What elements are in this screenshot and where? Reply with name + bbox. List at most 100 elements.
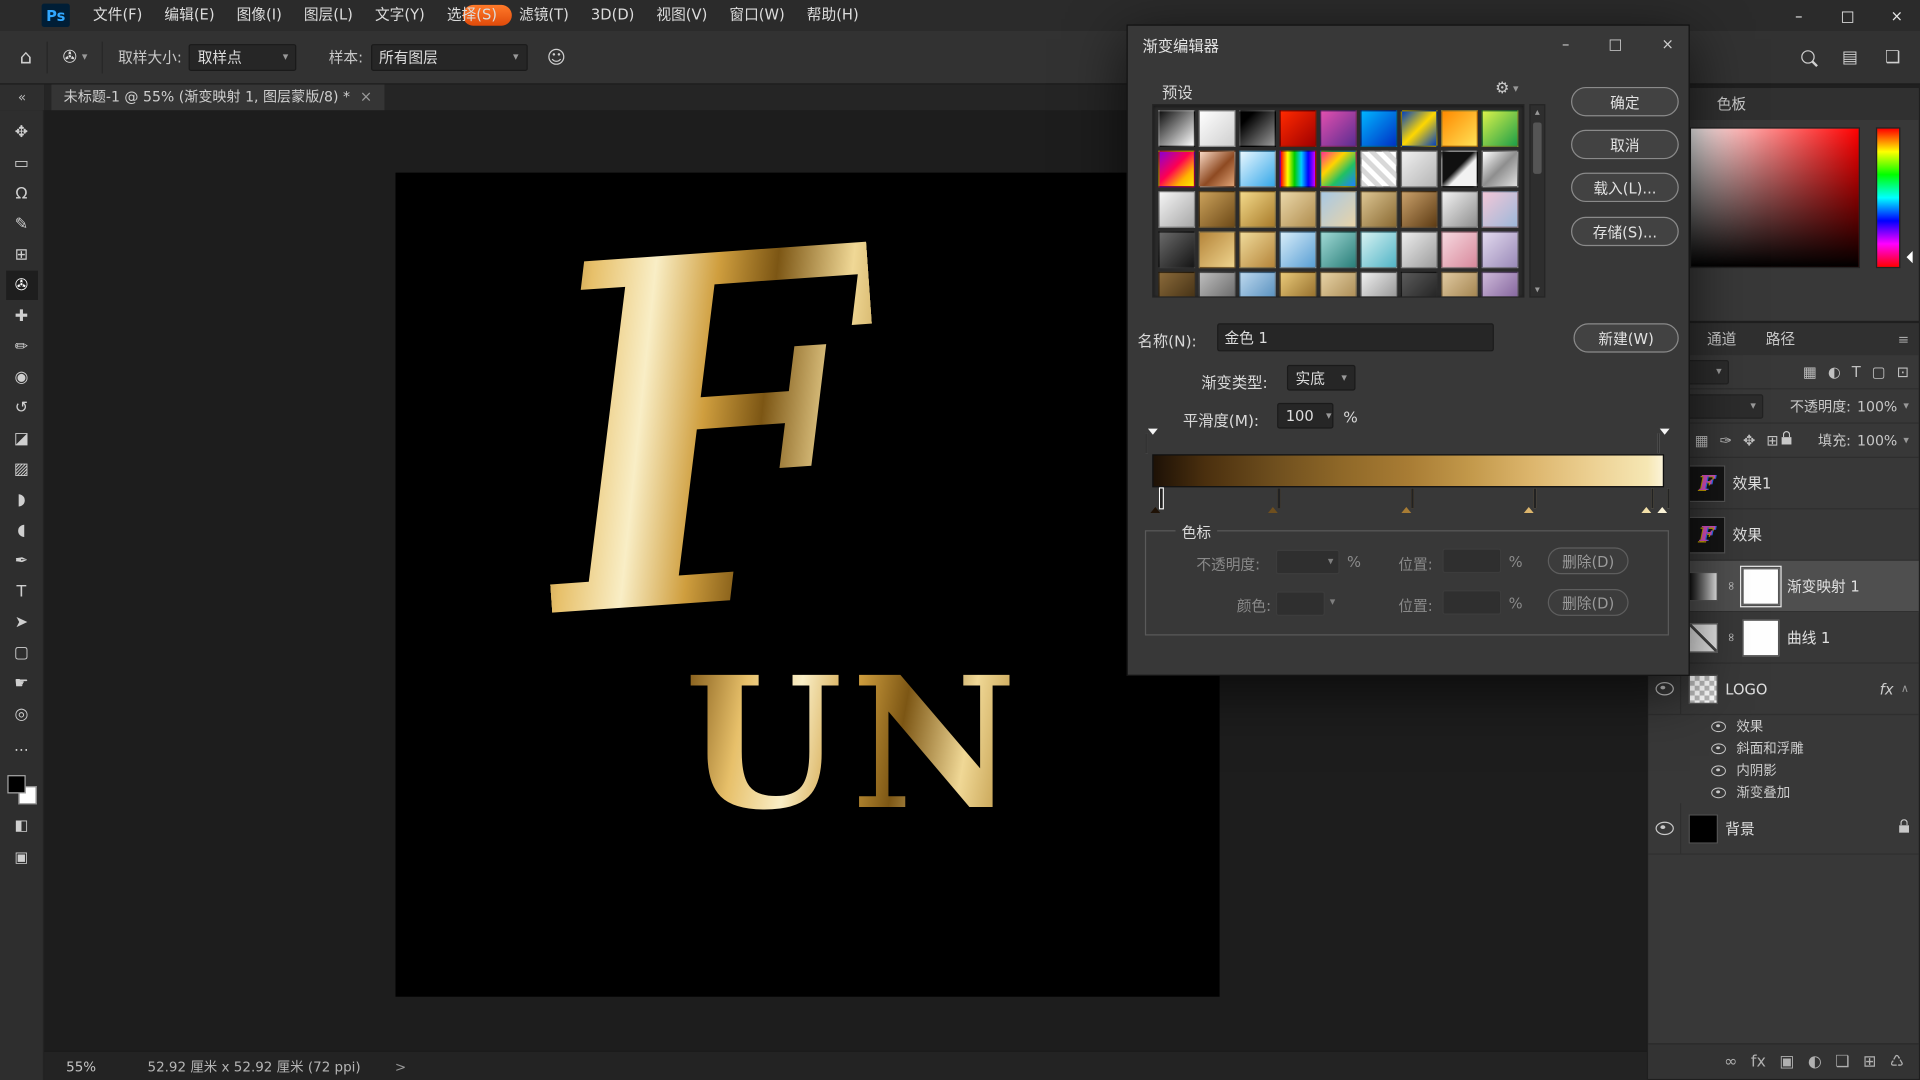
gradient-preset[interactable] — [1158, 272, 1195, 298]
gradient-preset[interactable] — [1199, 272, 1236, 298]
layer-mask-thumbnail[interactable] — [1743, 568, 1780, 605]
gradient-preset[interactable] — [1482, 191, 1519, 228]
close-icon[interactable]: × — [1662, 36, 1674, 53]
zoom-level[interactable]: 55% — [66, 1059, 96, 1075]
gradient-preset[interactable] — [1482, 231, 1519, 268]
menu-item[interactable]: 3D(D) — [580, 0, 645, 31]
dodge-tool[interactable]: ◖ — [6, 516, 38, 545]
layer-style-icon[interactable]: fx — [1751, 1054, 1766, 1070]
foreground-color-swatch[interactable] — [7, 775, 25, 793]
gradient-preset[interactable] — [1441, 151, 1478, 188]
gradient-preset[interactable] — [1239, 191, 1276, 228]
menu-item[interactable]: 编辑(E) — [153, 0, 225, 31]
menu-item[interactable]: 文字(Y) — [364, 0, 436, 31]
new-layer-icon[interactable]: ⊞ — [1863, 1054, 1876, 1070]
gradient-preset[interactable] — [1239, 272, 1276, 298]
opacity-stop[interactable] — [1657, 435, 1670, 452]
color-stop[interactable] — [1401, 490, 1414, 507]
scrollbar-thumb[interactable] — [1533, 122, 1542, 173]
search-icon[interactable] — [1801, 50, 1814, 63]
menu-item[interactable]: 图像(I) — [226, 0, 293, 31]
gradient-preset[interactable] — [1441, 110, 1478, 147]
ok-button[interactable]: 确定 — [1571, 87, 1679, 116]
move-tool[interactable]: ✥ — [6, 118, 38, 147]
layer-thumbnail[interactable] — [1689, 814, 1718, 843]
eye-icon[interactable] — [1711, 721, 1726, 732]
canvas[interactable]: F UN — [396, 173, 1220, 997]
gradient-preset[interactable] — [1158, 110, 1195, 147]
layer-thumbnail[interactable] — [1689, 674, 1718, 703]
delete-layer-icon[interactable]: ♺ — [1890, 1054, 1904, 1070]
crop-tool[interactable]: ⊞ — [6, 240, 38, 269]
path-select-tool[interactable]: ➤ — [6, 607, 38, 636]
layer-thumbnail[interactable]: F — [1689, 465, 1726, 502]
maximize-icon[interactable]: □ — [1608, 36, 1622, 53]
opacity-control[interactable]: 不透明度: 100% ▾ — [1790, 396, 1909, 416]
gradient-preset[interactable] — [1441, 272, 1478, 298]
new-group-icon[interactable]: ❏ — [1835, 1054, 1849, 1070]
color-stop[interactable] — [1524, 490, 1537, 507]
gradient-preset[interactable] — [1360, 272, 1397, 298]
lock-position-icon[interactable]: ✥ — [1743, 432, 1755, 449]
panel-layout-icon[interactable]: ❏ — [1885, 47, 1900, 67]
toolbar-collapse-button[interactable]: « — [0, 83, 44, 110]
gradient-preset[interactable] — [1482, 151, 1519, 188]
layer-effect-row[interactable]: 渐变叠加 — [1648, 781, 1919, 803]
layer-fx-badge[interactable]: fx — [1880, 680, 1894, 697]
layer-effect-row[interactable]: 内阴影 — [1648, 759, 1919, 781]
color-swatches[interactable] — [7, 775, 36, 804]
eyedropper-tool[interactable]: ✇ — [6, 271, 38, 300]
tab-swatches[interactable]: 色板 — [1702, 88, 1761, 120]
close-icon[interactable]: × — [360, 88, 372, 105]
minimize-icon[interactable]: – — [1562, 36, 1569, 53]
workspace-icon[interactable]: ▤ — [1842, 47, 1858, 67]
gradient-preset[interactable] — [1199, 231, 1236, 268]
gradient-preset[interactable] — [1199, 110, 1236, 147]
gradient-preset[interactable] — [1280, 151, 1317, 188]
quick-mask-icon[interactable]: ◧ — [6, 814, 38, 836]
gradient-preset[interactable] — [1441, 191, 1478, 228]
gradient-preset[interactable] — [1158, 231, 1195, 268]
gradient-preset[interactable] — [1401, 231, 1438, 268]
gradient-preset[interactable] — [1401, 110, 1438, 147]
gradient-preset[interactable] — [1401, 272, 1438, 298]
filter-adjustment-icon[interactable]: ◐ — [1828, 363, 1841, 380]
gradient-preset[interactable] — [1360, 151, 1397, 188]
color-stop[interactable] — [1268, 490, 1281, 507]
gradient-preset[interactable] — [1239, 151, 1276, 188]
gradient-preset[interactable] — [1401, 191, 1438, 228]
status-chevron-icon[interactable]: > — [395, 1059, 406, 1075]
edit-toolbar-icon[interactable]: ⋯ — [6, 738, 38, 760]
lock-paint-icon[interactable]: ✑ — [1720, 432, 1732, 449]
filter-pixel-icon[interactable]: ▦ — [1803, 363, 1817, 380]
color-stop[interactable] — [1642, 490, 1655, 507]
tab-paths[interactable]: 路径 — [1751, 323, 1810, 355]
gradient-preset[interactable] — [1280, 110, 1317, 147]
gradient-preset[interactable] — [1360, 110, 1397, 147]
opacity-stop[interactable] — [1146, 435, 1159, 452]
menu-item[interactable]: 图层(L) — [293, 0, 364, 31]
link-layers-icon[interactable]: ∞ — [1724, 1054, 1737, 1070]
gradient-preset[interactable] — [1280, 272, 1317, 298]
home-icon[interactable]: ⌂ — [20, 45, 32, 68]
stop-location-input[interactable] — [1442, 549, 1501, 573]
layer-effect-row[interactable]: 斜面和浮雕 — [1648, 737, 1919, 759]
brush-tool[interactable]: ✏ — [6, 332, 38, 361]
stop-location-input[interactable] — [1442, 590, 1501, 614]
smiley-icon[interactable]: ☺ — [547, 46, 566, 68]
gradient-type-dropdown[interactable]: 实底 ▾ — [1287, 365, 1356, 391]
gradient-tool[interactable]: ▨ — [6, 454, 38, 483]
gradient-preset[interactable] — [1158, 191, 1195, 228]
hue-slider[interactable] — [1876, 127, 1900, 268]
scroll-up-icon[interactable]: ▴ — [1531, 107, 1544, 118]
close-icon[interactable]: × — [1888, 7, 1905, 24]
lasso-tool[interactable]: Ω — [6, 179, 38, 208]
history-brush-tool[interactable]: ↺ — [6, 393, 38, 422]
sample-size-dropdown[interactable]: 取样点 ▾ — [189, 43, 297, 70]
gradient-map-thumbnail[interactable] — [1689, 571, 1718, 600]
marquee-tool[interactable]: ▭ — [6, 148, 38, 177]
blur-tool[interactable]: ◗ — [6, 485, 38, 514]
gradient-preset[interactable] — [1441, 231, 1478, 268]
hand-tool[interactable]: ☛ — [6, 669, 38, 698]
filter-type-icon[interactable]: T — [1852, 363, 1861, 380]
